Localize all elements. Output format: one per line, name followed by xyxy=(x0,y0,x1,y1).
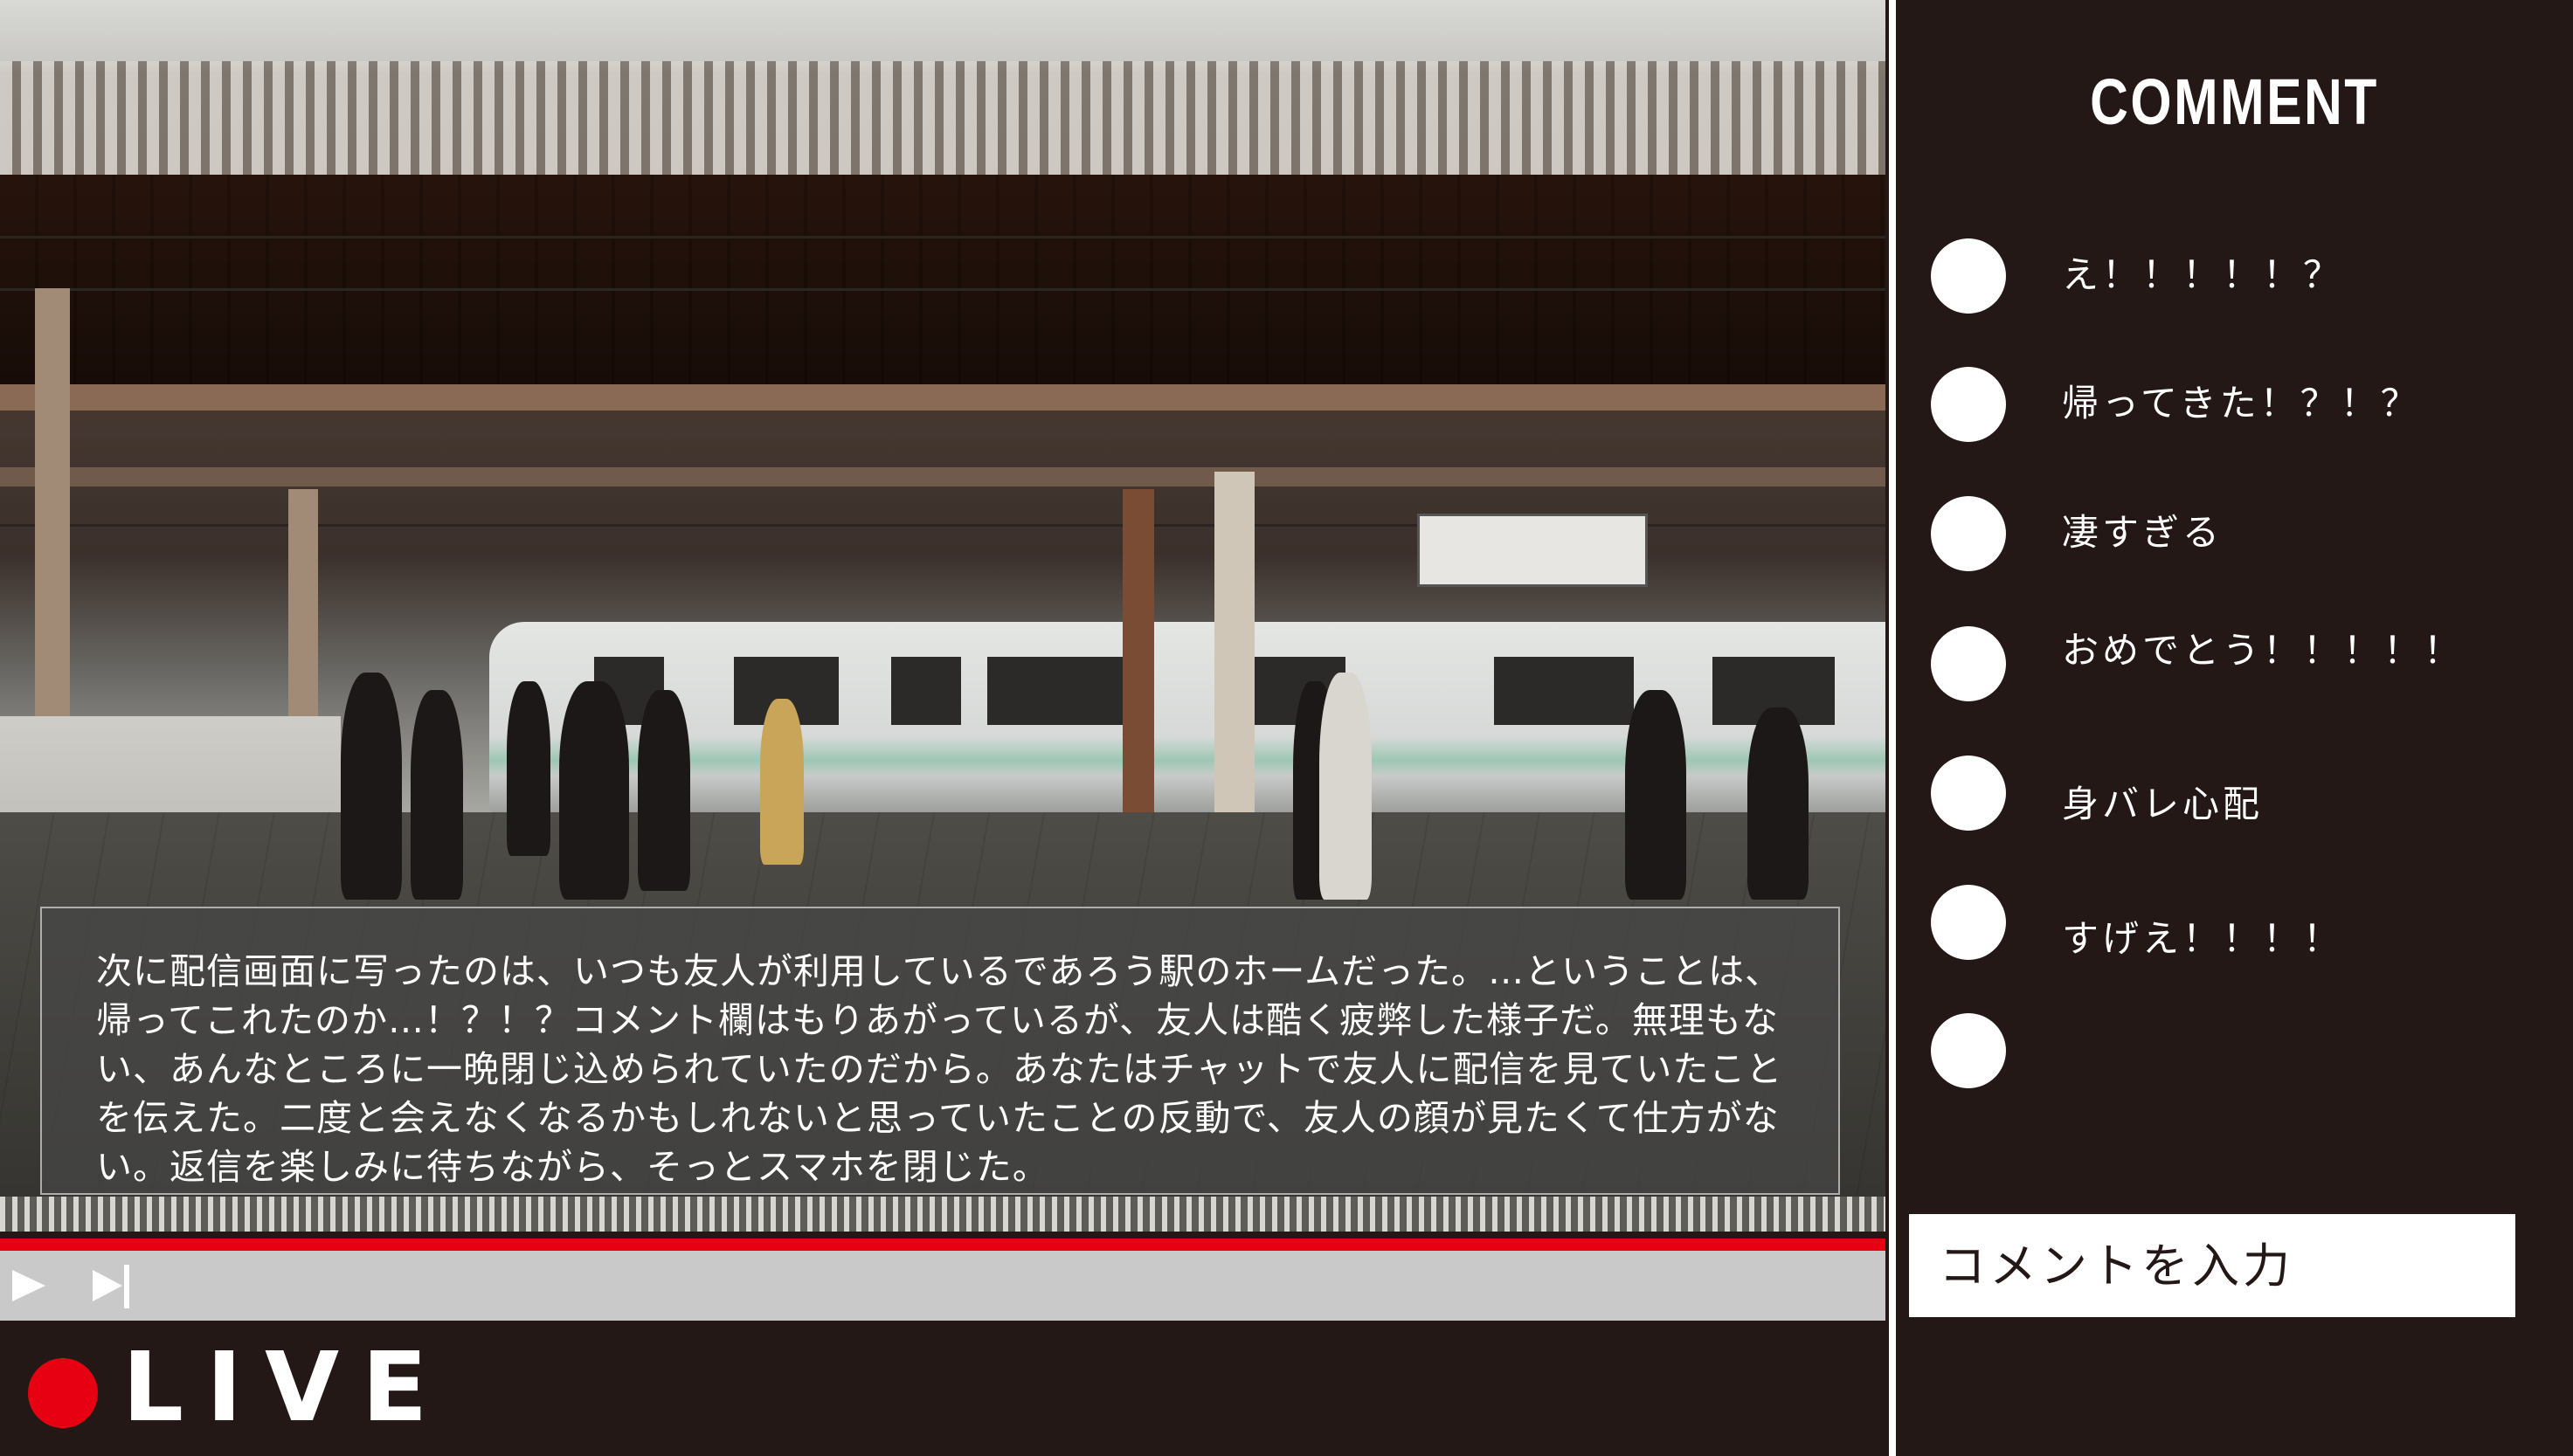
station-roof xyxy=(0,61,1885,175)
person xyxy=(341,673,402,900)
comment-item: 身バレ心配 xyxy=(1931,756,2542,834)
roof-beam xyxy=(0,467,1885,486)
avatar xyxy=(1931,756,2006,831)
roof-beam xyxy=(0,384,1885,411)
play-button[interactable] xyxy=(3,1261,56,1310)
avatar xyxy=(1931,367,2006,442)
person xyxy=(1625,690,1686,900)
live-indicator-dot xyxy=(28,1358,98,1428)
progress-bar[interactable] xyxy=(0,1239,1885,1251)
avatar xyxy=(1931,626,2006,701)
track-ballast xyxy=(0,1197,1885,1232)
person xyxy=(638,690,690,891)
person xyxy=(507,681,550,856)
live-label: LIVE xyxy=(122,1331,451,1443)
person xyxy=(559,681,629,900)
person xyxy=(760,699,804,865)
comment-item: え！！！！！？ xyxy=(1931,238,2542,317)
comment-text: 凄すぎる xyxy=(2062,511,2224,554)
comment-input[interactable] xyxy=(1909,1214,2515,1317)
comment-item: 凄すぎる xyxy=(1931,496,2542,575)
person xyxy=(411,690,463,900)
train-window xyxy=(987,657,1145,725)
person xyxy=(1747,707,1809,900)
comment-text: すげえ！！！！ xyxy=(2062,917,2344,960)
comment-text: 帰ってきた！？！？ xyxy=(2062,382,2421,424)
pillar xyxy=(1123,489,1154,856)
comment-text: おめでとう！！！！！ xyxy=(2062,629,2465,672)
comment-text: え！！！！！？ xyxy=(2062,253,2344,296)
comment-title: COMMENT xyxy=(2090,66,2379,138)
train-window xyxy=(1494,657,1634,725)
avatar xyxy=(1931,496,2006,571)
play-icon xyxy=(3,1261,56,1310)
person xyxy=(1319,673,1372,900)
train-window xyxy=(891,657,961,725)
avatar xyxy=(1931,1013,2006,1088)
overhead-wire xyxy=(0,288,1885,291)
comment-text: 身バレ心配 xyxy=(2062,783,2264,825)
overhead-wire xyxy=(0,236,1885,238)
comment-item: すげえ！！！！ xyxy=(1931,885,2542,963)
narration-text: 次に配信画面に写ったのは、いつも友人が利用しているであろう駅のホームだった。…と… xyxy=(40,907,1840,1195)
station-sign xyxy=(1417,514,1648,587)
avatar xyxy=(1931,238,2006,314)
avatar xyxy=(1931,885,2006,960)
comment-item xyxy=(1931,1013,2542,1092)
skip-next-button[interactable] xyxy=(87,1261,140,1310)
control-bar xyxy=(0,1251,1885,1321)
video-player[interactable]: 次に配信画面に写ったのは、いつも友人が利用しているであろう駅のホームだった。…と… xyxy=(0,0,1885,1232)
skip-next-icon xyxy=(87,1261,140,1310)
comment-item: 帰ってきた！？！？ xyxy=(1931,367,2542,445)
roof-structure xyxy=(0,175,1885,393)
comment-item: おめでとう！！！！！ xyxy=(1931,626,2542,705)
